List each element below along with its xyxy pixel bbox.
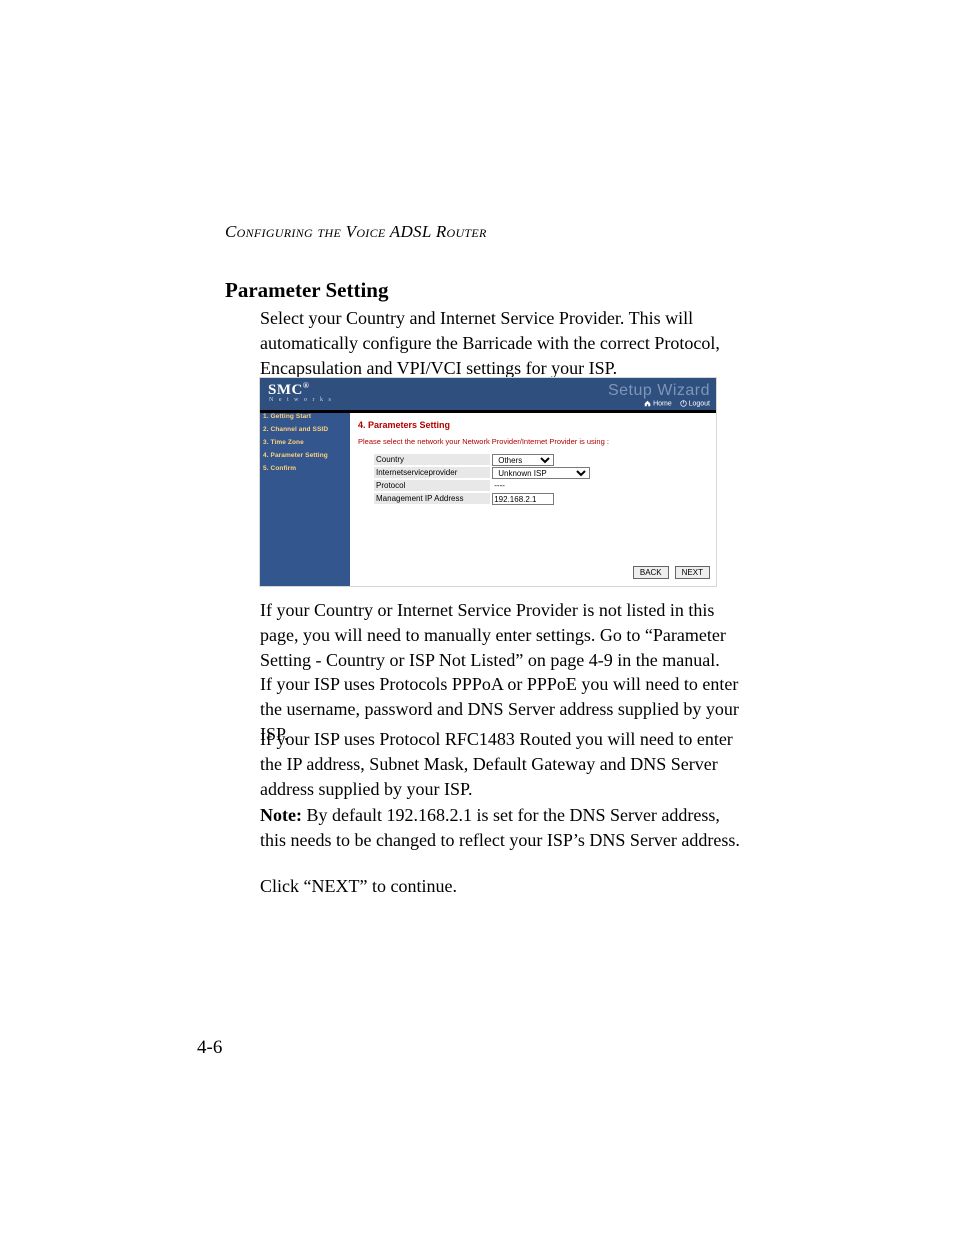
panel-subtitle: Please select the network your Network P… — [358, 437, 609, 446]
topbar-links: Home Logout — [644, 400, 710, 407]
screenshot-topbar: SMC® N e t w o r k s Setup Wizard Home L… — [260, 378, 716, 410]
input-mgmt-ip[interactable] — [492, 493, 554, 505]
content-strip — [350, 410, 716, 413]
logout-link[interactable]: Logout — [689, 400, 710, 407]
sidebar-item-2[interactable]: 2. Channel and SSID — [260, 423, 350, 436]
select-country[interactable]: Others — [492, 454, 554, 466]
note-body: By default 192.168.2.1 is set for the DN… — [260, 805, 740, 850]
manual-page: Configuring the Voice ADSL Router Parame… — [0, 0, 954, 1235]
sidebar-item-3[interactable]: 3. Time Zone — [260, 436, 350, 449]
home-link[interactable]: Home — [653, 400, 672, 407]
logo-registered: ® — [303, 381, 309, 390]
paragraph-notlisted: If your Country or Internet Service Prov… — [260, 598, 750, 672]
logo-subtext: N e t w o r k s — [269, 397, 333, 403]
paragraph-rfc1483: If your ISP uses Protocol RFC1483 Routed… — [260, 727, 750, 801]
running-head-text: Configuring the Voice ADSL Router — [225, 222, 487, 241]
page-number: 4-6 — [197, 1037, 222, 1059]
router-screenshot: SMC® N e t w o r k s Setup Wizard Home L… — [260, 378, 716, 586]
parameters-form: Country Others Internetserviceprovider U… — [374, 454, 590, 506]
row-isp: Internetserviceprovider Unknown ISP — [374, 467, 590, 480]
row-country: Country Others — [374, 454, 590, 467]
panel-title: 4. Parameters Setting — [358, 420, 450, 430]
label-protocol: Protocol — [374, 480, 490, 492]
running-head: Configuring the Voice ADSL Router — [225, 222, 487, 242]
paragraph-clicknext: Click “NEXT” to continue. — [260, 874, 457, 899]
paragraph-intro: Select your Country and Internet Service… — [260, 306, 750, 380]
section-heading: Parameter Setting — [225, 278, 388, 303]
row-mgmt-ip: Management IP Address — [374, 493, 590, 506]
value-protocol: ---- — [492, 480, 507, 491]
label-country: Country — [374, 454, 490, 466]
select-isp[interactable]: Unknown ISP — [492, 467, 590, 479]
label-mgmt-ip: Management IP Address — [374, 493, 490, 505]
row-protocol: Protocol ---- — [374, 480, 590, 493]
note-block: Note: By default 192.168.2.1 is set for … — [260, 803, 750, 853]
wizard-buttons: BACK NEXT — [631, 562, 710, 580]
sidebar-item-5[interactable]: 5. Confirm — [260, 462, 350, 475]
wizard-content: 4. Parameters Setting Please select the … — [350, 410, 716, 586]
logo-text: SMC — [268, 382, 303, 398]
home-icon — [644, 400, 651, 407]
wizard-sidebar: 1. Getting Start 2. Channel and SSID 3. … — [260, 410, 350, 586]
next-button[interactable]: NEXT — [675, 566, 710, 579]
back-button[interactable]: BACK — [633, 566, 669, 579]
note-label: Note: — [260, 805, 302, 825]
label-isp: Internetserviceprovider — [374, 467, 490, 479]
sidebar-item-4[interactable]: 4. Parameter Setting — [260, 449, 350, 462]
sidebar-strip — [260, 410, 350, 413]
logout-icon — [680, 400, 687, 407]
wizard-title: Setup Wizard — [608, 382, 710, 400]
